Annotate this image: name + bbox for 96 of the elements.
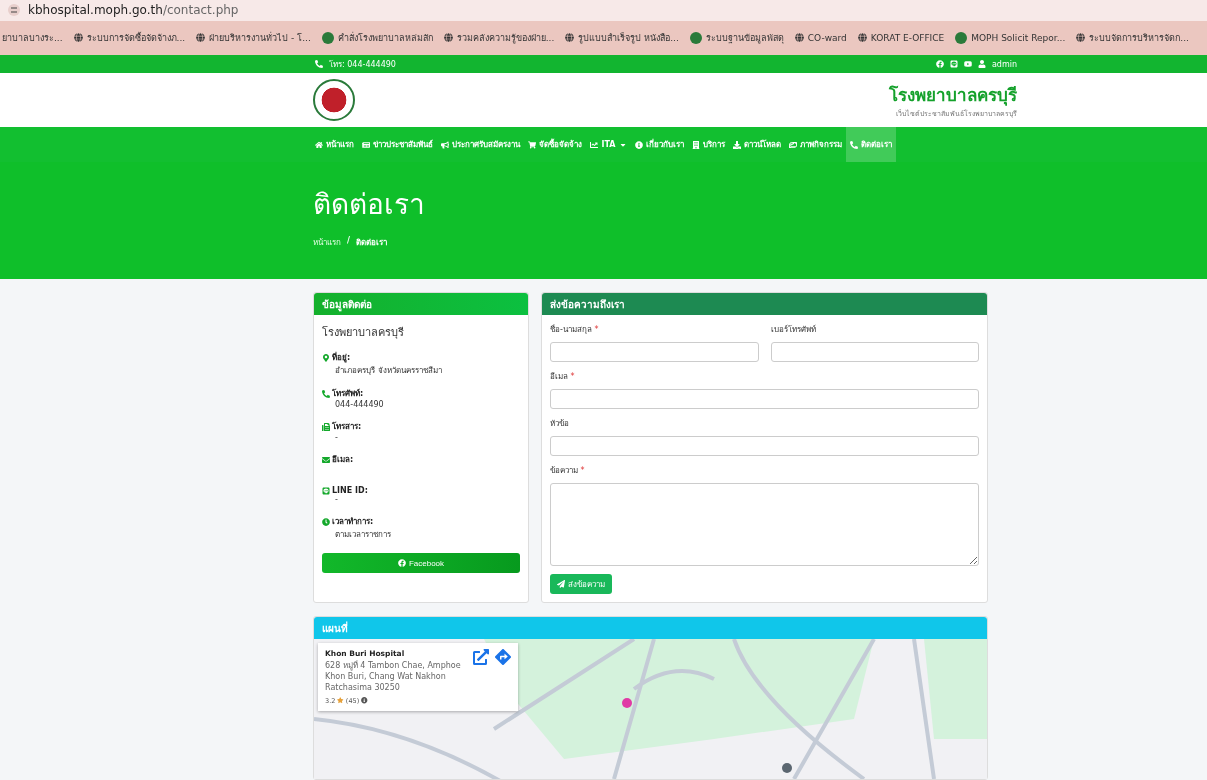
field-label: ชื่อ-นามสกุล * xyxy=(550,323,600,336)
field-label: เบอร์โทรศัพท์ xyxy=(770,324,817,336)
contact-label: LINE ID: xyxy=(332,486,368,495)
nav-link[interactable]: จัดซื้อจัดจ้าง xyxy=(524,127,587,162)
globe-icon xyxy=(565,33,575,43)
breadcrumb-link[interactable]: ติดต่อเรา xyxy=(355,236,387,249)
circle-icon xyxy=(321,31,334,44)
directions-icon[interactable] xyxy=(495,649,511,665)
bookmark-link[interactable]: ระบบการจัดซื้อจัดจ้างภ... xyxy=(73,30,186,45)
contact-label: อีเมล: xyxy=(332,454,354,466)
nav-link[interactable]: หน้าแรก xyxy=(311,127,359,162)
contact-value: - xyxy=(334,495,339,505)
chat-icon[interactable] xyxy=(949,60,958,69)
contact-value: ตามเวลาราชการ xyxy=(334,529,392,541)
message-field[interactable] xyxy=(550,483,979,566)
fax-icon xyxy=(322,422,330,431)
input-field[interactable] xyxy=(550,342,759,362)
breadcrumb-separator: / xyxy=(347,236,350,247)
bookmark-link[interactable]: CO-ward xyxy=(794,32,847,43)
nav-link[interactable]: ดาวน์โหลด xyxy=(728,127,785,162)
megaphone-icon xyxy=(441,140,450,149)
globe-icon xyxy=(1076,33,1086,43)
bookmark-link[interactable]: KORAT E-OFFICE xyxy=(857,32,945,43)
bookmark-link[interactable]: รูปแบบสำเร็จรูป หนังสือ... xyxy=(565,30,679,45)
pin-icon xyxy=(322,353,330,362)
phone-icon xyxy=(315,60,323,69)
circle-icon xyxy=(689,31,702,44)
breadcrumb-link[interactable]: หน้าแรก xyxy=(313,236,341,249)
contact-value: อำเภอครบุรี จังหวัดนครราชสีมา xyxy=(334,365,443,377)
phone-icon xyxy=(322,389,330,398)
globe-icon xyxy=(794,33,804,43)
contact-label: โทรศัพท์: xyxy=(332,387,364,400)
phone-number: โทร: 044-444490 xyxy=(329,58,396,71)
nav-link[interactable]: ITA xyxy=(586,127,631,162)
place-address: 628 หมู่ที่ 4 Tambon Chae, Amphoe Khon Buri, Chang Wat Nakhon Ratchasima 30250 xyxy=(325,660,462,694)
facebook-button[interactable]: Facebook xyxy=(322,553,520,573)
contact-label: โทรสาร: xyxy=(332,420,362,433)
chat-icon xyxy=(322,486,330,495)
input-field[interactable] xyxy=(770,342,979,362)
hospital-name: โรงพยาบาลครบุรี xyxy=(322,325,405,341)
home-icon xyxy=(315,140,324,149)
phone-icon xyxy=(849,140,858,149)
cart-icon xyxy=(528,140,537,149)
contact-value: - xyxy=(334,433,339,443)
globe-icon xyxy=(196,33,206,43)
clock-icon xyxy=(322,517,330,526)
download-icon xyxy=(732,140,741,149)
globe-icon xyxy=(857,33,867,43)
field-label: หัวข้อ xyxy=(550,418,570,430)
site-info-icon xyxy=(8,4,20,17)
field-label: ข้อความ * xyxy=(550,465,586,477)
send-button[interactable]: ส่งข้อความ xyxy=(550,574,612,594)
chart-icon xyxy=(590,140,599,149)
nav-link[interactable]: ติดต่อเรา xyxy=(845,127,896,162)
bookmark-link[interactable]: รวมคลังความรู้ของฝ่าย... xyxy=(443,30,555,45)
facebook-icon xyxy=(397,559,406,567)
bookmark-link[interactable]: ฝ่ายบริหารงานทั่วไป - โ... xyxy=(196,30,311,45)
info-icon xyxy=(634,140,643,149)
contact-value: 044-444490 xyxy=(334,400,385,410)
contact-label: เวลาทำการ: xyxy=(332,516,374,528)
user-icon xyxy=(977,60,986,69)
bookmark-link[interactable]: ระบบจัดการบริหารจัดก... xyxy=(1076,30,1189,45)
image-icon xyxy=(788,140,797,149)
input-field[interactable] xyxy=(550,436,979,456)
page-title: ติดต่อเรา xyxy=(313,187,426,223)
nav-link[interactable]: บริการ xyxy=(687,127,729,162)
globe-icon xyxy=(443,33,453,43)
info-icon xyxy=(361,697,368,704)
input-field[interactable] xyxy=(550,389,979,409)
bookmark-link[interactable]: ยาบาลบางระ... xyxy=(2,30,63,45)
nav-link[interactable]: ภาพกิจกรรม xyxy=(784,127,846,162)
nav-link[interactable]: เกี่ยวกับเรา xyxy=(630,127,688,162)
address-bar[interactable]: kbhospital.moph.go.th/contact.php xyxy=(28,3,239,18)
card-header: ส่งข้อความถึงเรา xyxy=(542,293,987,315)
circle-icon xyxy=(955,31,968,44)
facebook-icon[interactable] xyxy=(935,60,944,69)
open-external-icon[interactable] xyxy=(473,649,489,665)
envelope-icon xyxy=(322,455,330,464)
nav-link[interactable]: ข่าวประชาสัมพันธ์ xyxy=(358,127,438,162)
user-link[interactable]: admin xyxy=(991,59,1017,69)
bookmark-link[interactable]: ระบบฐานข้อมูลพัสดุ xyxy=(689,30,784,45)
paper-plane-icon xyxy=(557,580,565,588)
bookmark-link[interactable]: MOPH Solicit Repor... xyxy=(955,31,1066,44)
bookmark-link[interactable]: คำสั่งโรงพยาบาลหล่มสัก xyxy=(321,30,433,45)
building-icon xyxy=(691,140,700,149)
video-icon[interactable] xyxy=(963,60,972,69)
card-header: ข้อมูลติดต่อ xyxy=(314,293,528,315)
hospital-logo xyxy=(313,79,355,122)
field-label: อีเมล * xyxy=(550,371,576,383)
card-header: แผนที่ xyxy=(314,617,987,639)
star-icon xyxy=(337,697,344,704)
nav-link[interactable]: ประกาศรับสมัครงาน xyxy=(437,127,525,162)
globe-icon xyxy=(73,33,83,43)
newspaper-icon xyxy=(362,140,371,149)
site-title: โรงพยาบาลครบุรี xyxy=(889,84,1017,108)
contact-label: ที่อยู่: xyxy=(332,351,351,364)
